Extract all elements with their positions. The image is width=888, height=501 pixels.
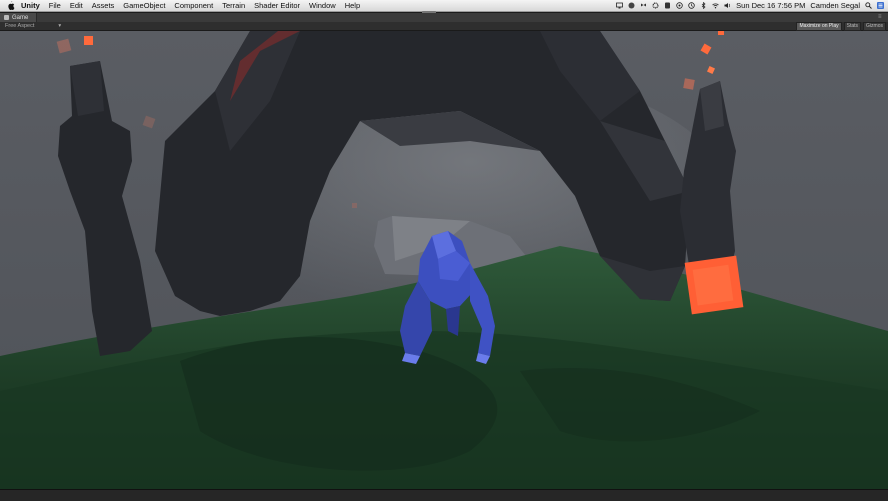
menubar-clock[interactable]: Sun Dec 16 7:56 PM <box>736 1 805 10</box>
menu-file[interactable]: File <box>49 1 61 10</box>
menu-unity[interactable]: Unity <box>21 1 40 10</box>
menu-shader-editor[interactable]: Shader Editor <box>254 1 300 10</box>
toolbar-right: Maximize on Play Stats Gizmos <box>796 21 886 31</box>
wifi-icon[interactable] <box>712 2 719 9</box>
volume-icon[interactable] <box>724 2 731 9</box>
maximize-on-play-button[interactable]: Maximize on Play <box>796 21 842 31</box>
dropbox-icon[interactable] <box>640 2 647 9</box>
cloud-icon[interactable] <box>628 2 635 9</box>
game-viewport[interactable] <box>0 31 888 489</box>
game-toolbar: Free Aspect ▾ Maximize on Play Stats Giz… <box>0 21 888 31</box>
list-icon[interactable] <box>877 2 884 9</box>
game-icon <box>4 15 9 20</box>
tab-game[interactable]: Game <box>0 13 38 22</box>
tab-bar: Game ≡ <box>0 13 888 22</box>
menu-help[interactable]: Help <box>345 1 360 10</box>
panel-menu-icon[interactable]: ≡ <box>878 14 884 20</box>
aspect-label: Free Aspect <box>5 23 35 29</box>
evernote-icon[interactable] <box>664 2 671 9</box>
menu-window[interactable]: Window <box>309 1 336 10</box>
menu-edit[interactable]: Edit <box>70 1 83 10</box>
screen-icon[interactable] <box>616 2 624 9</box>
bottom-bar <box>0 489 888 501</box>
gizmos-button[interactable]: Gizmos <box>863 21 886 31</box>
menu-gameobject[interactable]: GameObject <box>123 1 165 10</box>
mac-menubar: Unity File Edit Assets GameObject Compon… <box>0 0 888 12</box>
aspect-dropdown[interactable]: Free Aspect ▾ <box>5 23 61 29</box>
search-icon[interactable] <box>865 2 872 9</box>
apple-icon[interactable] <box>6 1 15 10</box>
at-icon[interactable] <box>676 2 683 9</box>
bluetooth-icon[interactable] <box>700 2 707 9</box>
tab-game-label: Game <box>12 14 29 21</box>
status-area: Sun Dec 16 7:56 PM Camden Segal <box>616 0 884 11</box>
menubar-user[interactable]: Camden Segal <box>810 1 860 10</box>
menu-assets[interactable]: Assets <box>92 1 115 10</box>
timemachine-icon[interactable] <box>688 2 695 9</box>
stats-button[interactable]: Stats <box>843 21 862 31</box>
menu-component[interactable]: Component <box>174 1 213 10</box>
game-scene <box>0 31 888 489</box>
menu-terrain[interactable]: Terrain <box>222 1 245 10</box>
chevron-down-icon: ▾ <box>58 23 62 29</box>
gear-icon[interactable] <box>652 2 659 9</box>
